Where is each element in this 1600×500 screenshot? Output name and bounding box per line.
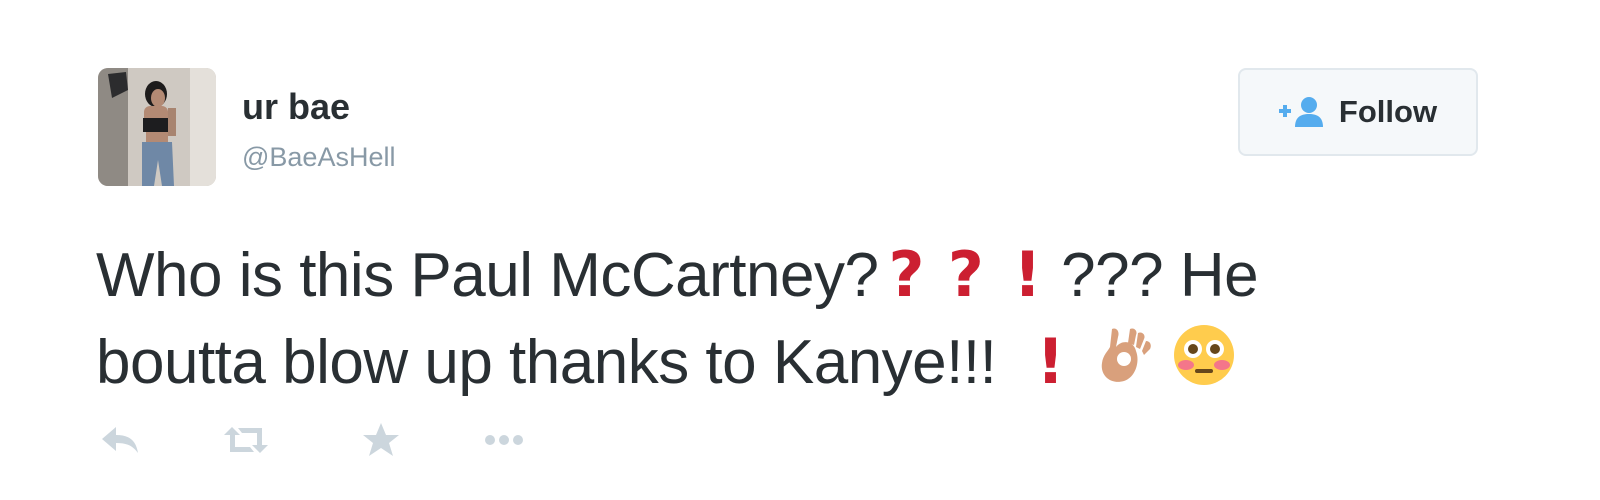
reply-icon — [102, 427, 138, 453]
more-button[interactable] — [484, 418, 524, 462]
tweet-text-segment: boutta blow up thanks to Kanye!!! — [96, 328, 997, 397]
tweet-text-line-1: Who is this Paul McCartney???! ??? He — [96, 232, 1496, 319]
tweet-card: ur bae @BaeAsHell Follow Who is this Pau… — [0, 0, 1600, 500]
follow-button[interactable]: Follow — [1238, 68, 1478, 156]
exclamation-mark-emoji: ! — [1036, 325, 1065, 398]
more-dots-icon — [485, 435, 523, 445]
display-name[interactable]: ur bae — [242, 86, 350, 128]
avatar-photo — [98, 68, 216, 186]
retweet-icon — [224, 427, 268, 453]
flushed-face-emoji — [1174, 325, 1235, 385]
username-handle[interactable]: @BaeAsHell — [242, 142, 395, 173]
tweet-text-segment: Who is this Paul McCartney? — [96, 241, 879, 310]
question-mark-emoji: ? — [947, 238, 984, 311]
exclamation-mark-emoji: ! — [1013, 238, 1042, 311]
favorite-button[interactable] — [362, 418, 400, 462]
question-mark-emoji: ? — [888, 238, 924, 311]
tweet-text-line-2: boutta blow up thanks to Kanye!!!! — [96, 319, 1496, 406]
avatar[interactable] — [98, 68, 216, 186]
tweet-text: Who is this Paul McCartney???! ??? He bou… — [96, 232, 1496, 406]
star-icon — [363, 423, 399, 456]
reply-button[interactable] — [100, 418, 140, 462]
follow-label: Follow — [1338, 94, 1438, 129]
ok-hand-emoji — [1101, 328, 1151, 382]
tweet-text-segment: ??? He — [1061, 241, 1259, 310]
add-user-icon — [1278, 97, 1323, 127]
retweet-button[interactable] — [222, 418, 270, 462]
